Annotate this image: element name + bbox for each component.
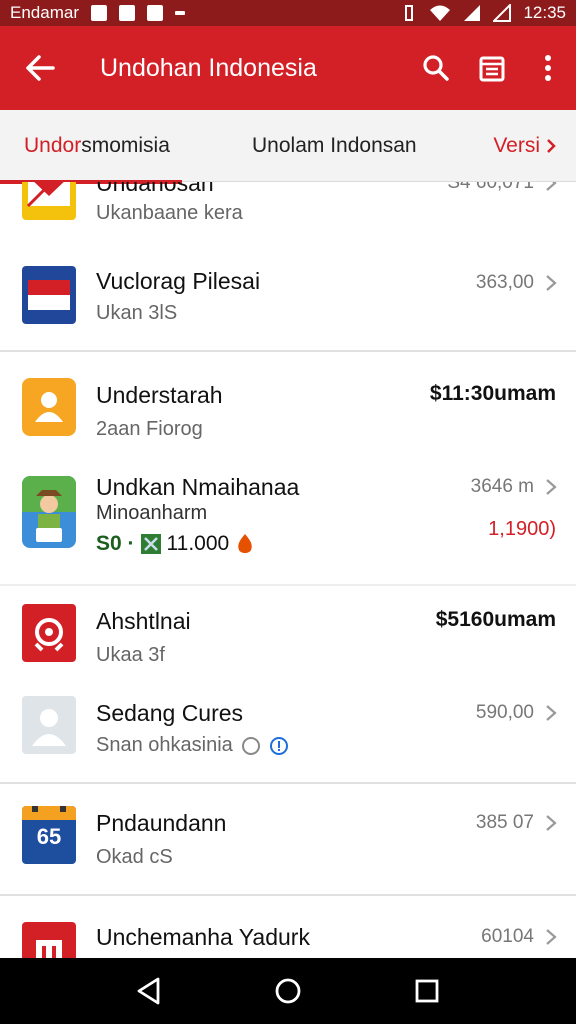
nav-home-icon	[275, 978, 301, 1004]
tab-label: Versi	[493, 134, 540, 157]
tab-label: smomisia	[81, 134, 170, 157]
item-badge-row: S0 · 11.000	[96, 532, 255, 556]
wifi-icon	[430, 5, 451, 21]
item-badge-text: S0 ·	[96, 532, 135, 555]
info-icon	[241, 736, 260, 755]
calendar-icon	[479, 56, 505, 82]
item-value: 363,00	[475, 272, 534, 293]
emblem-icon	[22, 604, 76, 662]
item-value: 60104	[481, 926, 534, 947]
item-title: Ahshtlnai	[96, 608, 191, 634]
item-subtitle: Okad cS	[96, 846, 173, 868]
item-value: $5160umam	[435, 608, 556, 631]
chevron-right-icon	[546, 275, 557, 291]
more-vert-icon	[545, 55, 551, 81]
search-icon	[423, 55, 449, 81]
item-title: Vuclorag Pilesai	[96, 268, 261, 294]
item-value: 3646 m	[470, 476, 534, 497]
tab-undorsmomisia[interactable]: Undor smomisia	[24, 110, 170, 182]
item-value: 385 07	[475, 812, 534, 833]
chevron-right-icon	[546, 705, 557, 721]
divider	[0, 782, 576, 784]
media-icon	[118, 5, 135, 21]
notification-icon	[90, 5, 107, 21]
back-button[interactable]	[0, 26, 80, 110]
item-subtitle: Ukaa 3f	[96, 644, 165, 666]
divider	[0, 584, 576, 586]
tab-label: Unolam Indonsan	[252, 134, 417, 157]
item-subtitle: Snan ohkasinia	[96, 734, 233, 756]
list-item[interactable]: Vuclorag Pilesai Ukan 3lS 363,00	[0, 262, 576, 354]
list-item[interactable]: 65 Pndaundann Okad cS 385 07	[0, 798, 576, 890]
item-title: Pndaundann	[96, 810, 227, 836]
arrow-back-icon	[26, 55, 55, 81]
download-icon	[146, 5, 163, 21]
building-icon	[22, 922, 76, 958]
item-subtitle: Ukan 3lS	[96, 302, 178, 324]
nav-recents-button[interactable]	[402, 966, 452, 1016]
signal-2-icon	[493, 4, 512, 22]
vibrate-icon	[405, 5, 414, 21]
minus-icon	[174, 11, 185, 15]
calendar-number: 65	[36, 824, 62, 849]
status-time: 12:35	[523, 3, 566, 22]
calendar-65-icon: 65	[22, 806, 76, 864]
avatar-placeholder-icon	[22, 696, 76, 754]
chevron-right-icon	[546, 815, 557, 831]
person-icon	[22, 378, 76, 436]
system-nav-bar	[0, 958, 576, 1024]
item-extra-value: 1,1900)	[488, 518, 556, 540]
chevron-right-icon	[546, 182, 557, 191]
app-toolbar: Undohan Indonesia	[0, 26, 576, 110]
list-item[interactable]: Sedang Cures Snan ohkasinia 590,00	[0, 690, 576, 782]
item-title: Undkan Nmaihanaa	[96, 474, 300, 500]
item-value: S4 60,071	[447, 182, 534, 193]
character-icon	[22, 476, 76, 548]
item-subtitle-row: Snan ohkasinia	[96, 734, 289, 757]
search-button[interactable]	[408, 26, 464, 110]
badge-icon	[140, 534, 161, 554]
status-left: Endamar	[10, 3, 185, 23]
list-item[interactable]: Unchemanha Yadurk 60104	[0, 912, 576, 958]
item-title: Understarah	[96, 382, 223, 408]
nav-back-icon	[137, 977, 160, 1005]
list: Undanosan Ukanbaane kera S4 60,071 Vuclo…	[0, 182, 576, 958]
chevron-right-icon	[546, 479, 557, 495]
item-title: Undanosan	[96, 182, 214, 196]
status-bar: Endamar 12:35	[0, 0, 576, 26]
list-item[interactable]: Undanosan Ukanbaane kera S4 60,071	[0, 182, 576, 262]
nav-home-button[interactable]	[263, 966, 313, 1016]
chevron-right-icon	[547, 139, 556, 153]
page-title: Undohan Indonesia	[100, 53, 317, 82]
tab-versi[interactable]: Versi	[493, 110, 556, 182]
nav-back-button[interactable]	[124, 966, 174, 1016]
item-title: Sedang Cures	[96, 700, 244, 726]
divider	[0, 894, 576, 896]
item-subtitle: Minoanharm	[96, 502, 208, 524]
envelope-icon	[22, 182, 76, 220]
status-right: 12:35	[401, 3, 566, 23]
item-value: $11:30umam	[429, 382, 556, 405]
item-title: Unchemanha Yadurk	[96, 924, 310, 950]
item-value: 590,00	[475, 702, 534, 723]
nav-recents-icon	[415, 979, 439, 1003]
item-subtitle: Ukanbaane kera	[96, 202, 243, 224]
list-item[interactable]: Ahshtlnai Ukaa 3f $5160umam	[0, 598, 576, 690]
carrier-label: Endamar	[10, 3, 79, 22]
indonesia-flag-icon	[22, 266, 76, 324]
divider	[0, 350, 576, 352]
item-badge-amount: 11.000	[166, 532, 230, 555]
flame-icon	[238, 534, 252, 553]
tab-label-accent: Undor	[24, 134, 82, 157]
tab-unolam-indonsan[interactable]: Unolam Indonsan	[252, 110, 417, 182]
signal-icon	[464, 5, 481, 21]
verified-icon	[269, 736, 288, 755]
item-subtitle: 2aan Fiorog	[96, 418, 203, 440]
more-options-button[interactable]	[520, 26, 576, 110]
chevron-right-icon	[546, 929, 557, 945]
calendar-button[interactable]	[464, 26, 520, 110]
list-item[interactable]: Undkan Nmaihanaa Minoanharm S0 · 11.000 …	[0, 464, 576, 584]
list-item[interactable]: Understarah 2aan Fiorog $11:30umam	[0, 372, 576, 464]
tab-bar: Undor smomisia Unolam Indonsan Versi	[0, 110, 576, 184]
